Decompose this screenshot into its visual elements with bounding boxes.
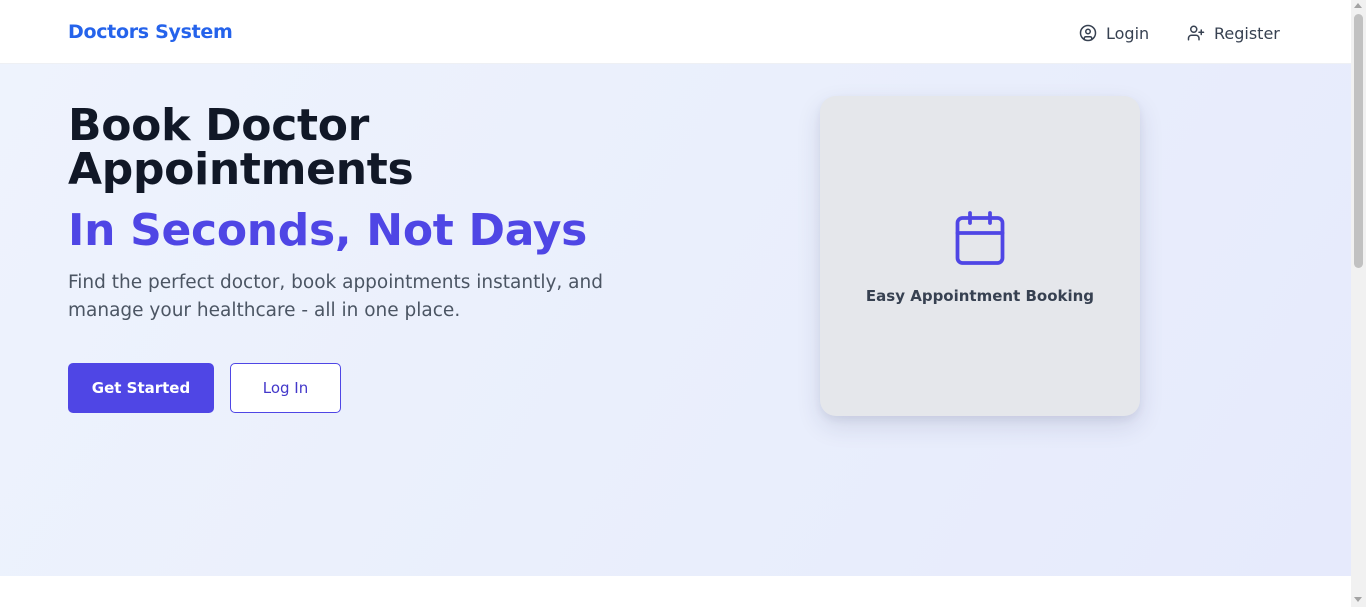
- user-circle-icon: [1079, 24, 1097, 42]
- brand-logo[interactable]: Doctors System: [68, 21, 233, 43]
- scroll-down-icon[interactable]: [1354, 597, 1362, 602]
- top-navbar: Doctors System Login Register: [0, 0, 1351, 64]
- hero-headline-accent: In Seconds, Not Days: [68, 205, 588, 256]
- nav-register-link[interactable]: Register: [1187, 21, 1280, 45]
- calendar-icon: [955, 211, 1005, 265]
- nav-login-label: Login: [1106, 23, 1150, 43]
- feature-card: Easy Appointment Booking: [820, 96, 1140, 416]
- page-scrollbar[interactable]: [1351, 0, 1366, 607]
- get-started-button[interactable]: Get Started: [68, 363, 214, 413]
- scroll-up-icon[interactable]: [1354, 3, 1362, 8]
- hero-headline: Book Doctor Appointments: [68, 104, 488, 192]
- nav-register-label: Register: [1214, 23, 1280, 43]
- scrollbar-thumb[interactable]: [1354, 14, 1363, 268]
- user-plus-icon: [1187, 25, 1205, 41]
- hero-headline-text: Book Doctor Appointments: [68, 100, 414, 195]
- feature-card-label: Easy Appointment Booking: [865, 287, 1095, 305]
- hero-subtext: Find the perfect doctor, book appointmen…: [68, 272, 603, 321]
- log-in-button[interactable]: Log In: [230, 363, 341, 413]
- nav-login-link[interactable]: Login: [1079, 21, 1149, 45]
